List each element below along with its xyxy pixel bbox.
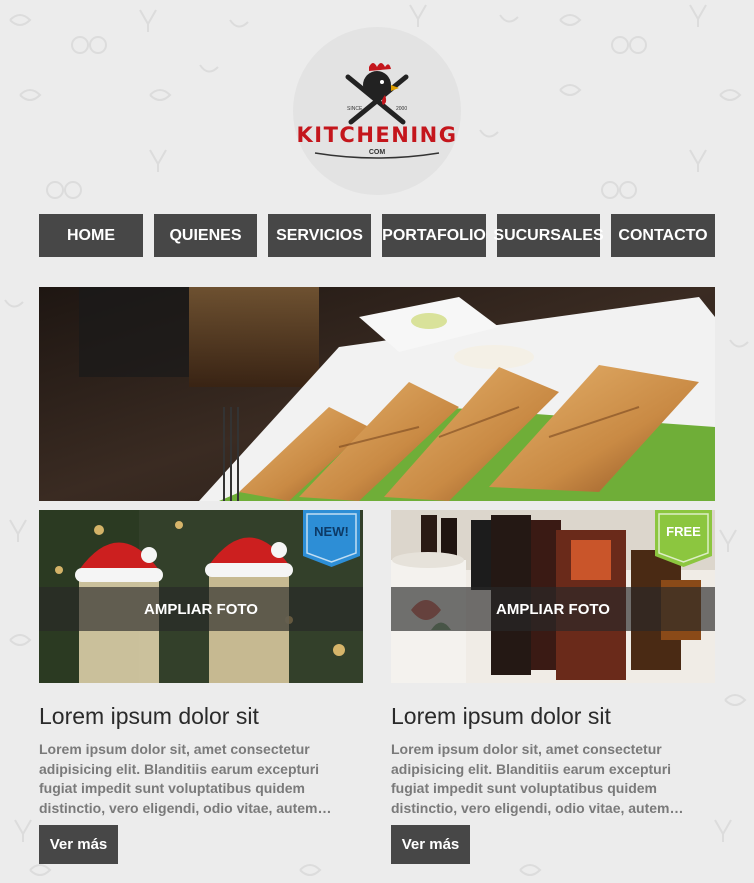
hero-food-image (39, 287, 715, 501)
logo-since: SINCE (347, 106, 363, 112)
card-title: Lorem ipsum dolor sit (39, 703, 259, 729)
ampliar-foto-button[interactable]: AMPLIAR FOTO (391, 587, 715, 631)
nav-home[interactable]: HOME (39, 214, 143, 257)
main-nav: HOME QUIENES SERVICIOS PORTAFOLIO SUCURS… (39, 214, 715, 257)
ver-mas-button[interactable]: Ver más (391, 825, 470, 864)
card-text: Lorem ipsum dolor sit, amet consectetur … (39, 741, 332, 816)
nav-portafolio[interactable]: PORTAFOLIO (382, 214, 486, 257)
nav-quienes[interactable]: QUIENES (154, 214, 257, 257)
logo-wordmark: KITCHENING (296, 123, 458, 147)
badge-free-ribbon: FREE (655, 510, 712, 567)
ampliar-foto-button[interactable]: AMPLIAR FOTO (39, 587, 363, 631)
badge-new-ribbon: NEW! (303, 510, 360, 567)
ver-mas-button[interactable]: Ver más (39, 825, 118, 864)
nav-sucursales[interactable]: SUCURSALES (493, 214, 604, 257)
logo-year: 2000 (396, 106, 408, 112)
card-new: NEW! AMPLIAR FOTO Lorem ipsum dolor sit … (39, 510, 363, 864)
site-logo[interactable]: SINCE 2000 KITCHENING COM (293, 27, 461, 195)
badge-new-label: NEW! (314, 524, 349, 539)
card-free: FREE AMPLIAR FOTO Lorem ipsum dolor sit … (391, 510, 715, 864)
card-text: Lorem ipsum dolor sit, amet consectetur … (391, 741, 684, 816)
badge-free-label: FREE (666, 524, 701, 539)
nav-contacto[interactable]: CONTACTO (611, 214, 715, 257)
card-title: Lorem ipsum dolor sit (391, 703, 611, 729)
logo-com: COM (368, 149, 386, 156)
nav-servicios[interactable]: SERVICIOS (268, 214, 371, 257)
rooster-knives-icon (314, 63, 440, 159)
card-image-products[interactable]: FREE AMPLIAR FOTO (391, 510, 715, 683)
card-image-champagne[interactable]: NEW! AMPLIAR FOTO (39, 510, 363, 683)
